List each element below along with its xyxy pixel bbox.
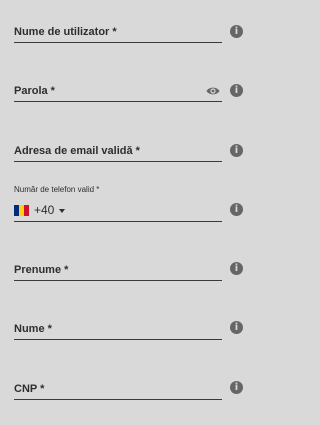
first-name-label: Prenume * [14, 264, 69, 276]
password-label: Parola * [14, 85, 55, 97]
email-info-icon[interactable]: i [230, 144, 243, 157]
email-field[interactable]: Adresa de email validă * [14, 143, 222, 163]
romania-flag-icon [14, 204, 29, 216]
password-field[interactable]: Parola * [14, 83, 222, 103]
last-name-field[interactable]: Nume * [14, 321, 222, 341]
last-name-label: Nume * [14, 323, 52, 335]
cnp-label: CNP * [14, 383, 45, 395]
cnp-underline [14, 399, 222, 400]
phone-info-icon[interactable]: i [230, 203, 243, 216]
username-underline [14, 42, 222, 43]
cnp-field[interactable]: CNP * [14, 381, 222, 401]
password-info-icon[interactable]: i [230, 84, 243, 97]
cnp-info-icon[interactable]: i [230, 381, 243, 394]
password-underline [14, 101, 222, 102]
flag-stripe-red [24, 204, 29, 216]
email-underline [14, 161, 222, 162]
username-field[interactable]: Nume de utilizator * [14, 24, 222, 44]
first-name-field[interactable]: Prenume * [14, 262, 222, 282]
country-code-selector[interactable]: +40 [14, 203, 66, 217]
first-name-info-icon[interactable]: i [230, 262, 243, 275]
last-name-underline [14, 339, 222, 340]
phone-label: Număr de telefon valid * [14, 185, 100, 194]
country-code: +40 [34, 203, 55, 217]
username-label: Nume de utilizator * [14, 26, 117, 38]
phone-field[interactable]: Număr de telefon valid * +40 [14, 185, 222, 222]
username-info-icon[interactable]: i [230, 25, 243, 38]
first-name-underline [14, 280, 222, 281]
registration-form: { "fields": { "username": { "label": "Nu… [0, 0, 250, 425]
email-label: Adresa de email validă * [14, 145, 140, 157]
last-name-info-icon[interactable]: i [230, 321, 243, 334]
phone-underline [14, 221, 222, 222]
eye-icon[interactable] [206, 86, 220, 96]
caret-down-icon [59, 208, 66, 213]
